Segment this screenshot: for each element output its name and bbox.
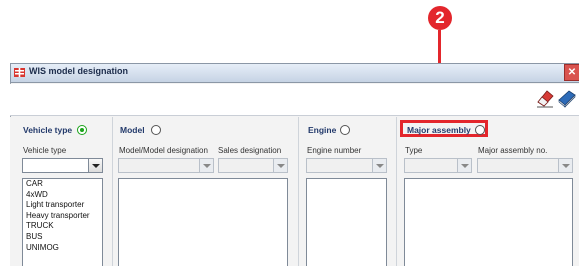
- vehicle-type-list[interactable]: CAR 4xWD Light transporter Heavy transpo…: [22, 178, 103, 266]
- engine-number-select[interactable]: [306, 158, 387, 173]
- vehicle-type-select[interactable]: [22, 158, 103, 173]
- chevron-down-icon: [457, 159, 471, 172]
- callout-leader-line: [438, 30, 441, 63]
- engine-number-label: Engine number: [307, 146, 362, 155]
- sales-designation-label: Sales designation: [218, 146, 282, 155]
- step-callout-badge: 2: [428, 6, 452, 30]
- list-item[interactable]: Heavy transporter: [23, 211, 102, 222]
- toolbar: [10, 84, 579, 116]
- engine-radio[interactable]: [340, 125, 350, 135]
- model-list[interactable]: [118, 178, 288, 266]
- major-assembly-list[interactable]: [404, 178, 573, 266]
- model-title: Model: [120, 125, 145, 135]
- vehicle-type-title: Vehicle type: [23, 125, 73, 135]
- list-item[interactable]: 4xWD: [23, 190, 102, 201]
- major-assembly-title: Major assembly: [407, 125, 471, 135]
- book-icon[interactable]: [557, 88, 577, 108]
- list-item[interactable]: TRUCK: [23, 221, 102, 232]
- model-designation-label: Model/Model designation: [119, 146, 208, 155]
- type-select[interactable]: [404, 158, 472, 173]
- vehicle-type-label: Vehicle type: [23, 146, 67, 155]
- list-item[interactable]: BUS: [23, 232, 102, 243]
- major-assembly-no-select[interactable]: [477, 158, 573, 173]
- type-label: Type: [405, 146, 423, 155]
- list-item[interactable]: Light transporter: [23, 200, 102, 211]
- eraser-icon[interactable]: [535, 88, 555, 108]
- major-assembly-no-label: Major assembly no.: [478, 146, 548, 155]
- vehicle-type-radio[interactable]: [77, 125, 87, 135]
- model-designation-select[interactable]: [118, 158, 214, 173]
- chevron-down-icon: [372, 159, 386, 172]
- chevron-down-icon[interactable]: [88, 159, 102, 172]
- close-button[interactable]: ✕: [564, 64, 579, 81]
- dialog-title: WIS model designation: [29, 66, 129, 76]
- sales-designation-select[interactable]: [218, 158, 288, 173]
- model-radio[interactable]: [151, 125, 161, 135]
- chevron-down-icon: [199, 159, 213, 172]
- list-item[interactable]: CAR: [23, 179, 102, 190]
- app-icon: [14, 68, 25, 77]
- engine-title: Engine: [308, 125, 337, 135]
- list-item[interactable]: UNIMOG: [23, 243, 102, 254]
- chevron-down-icon: [558, 159, 572, 172]
- chevron-down-icon: [273, 159, 287, 172]
- engine-list[interactable]: [306, 178, 387, 266]
- major-assembly-radio[interactable]: [475, 125, 485, 135]
